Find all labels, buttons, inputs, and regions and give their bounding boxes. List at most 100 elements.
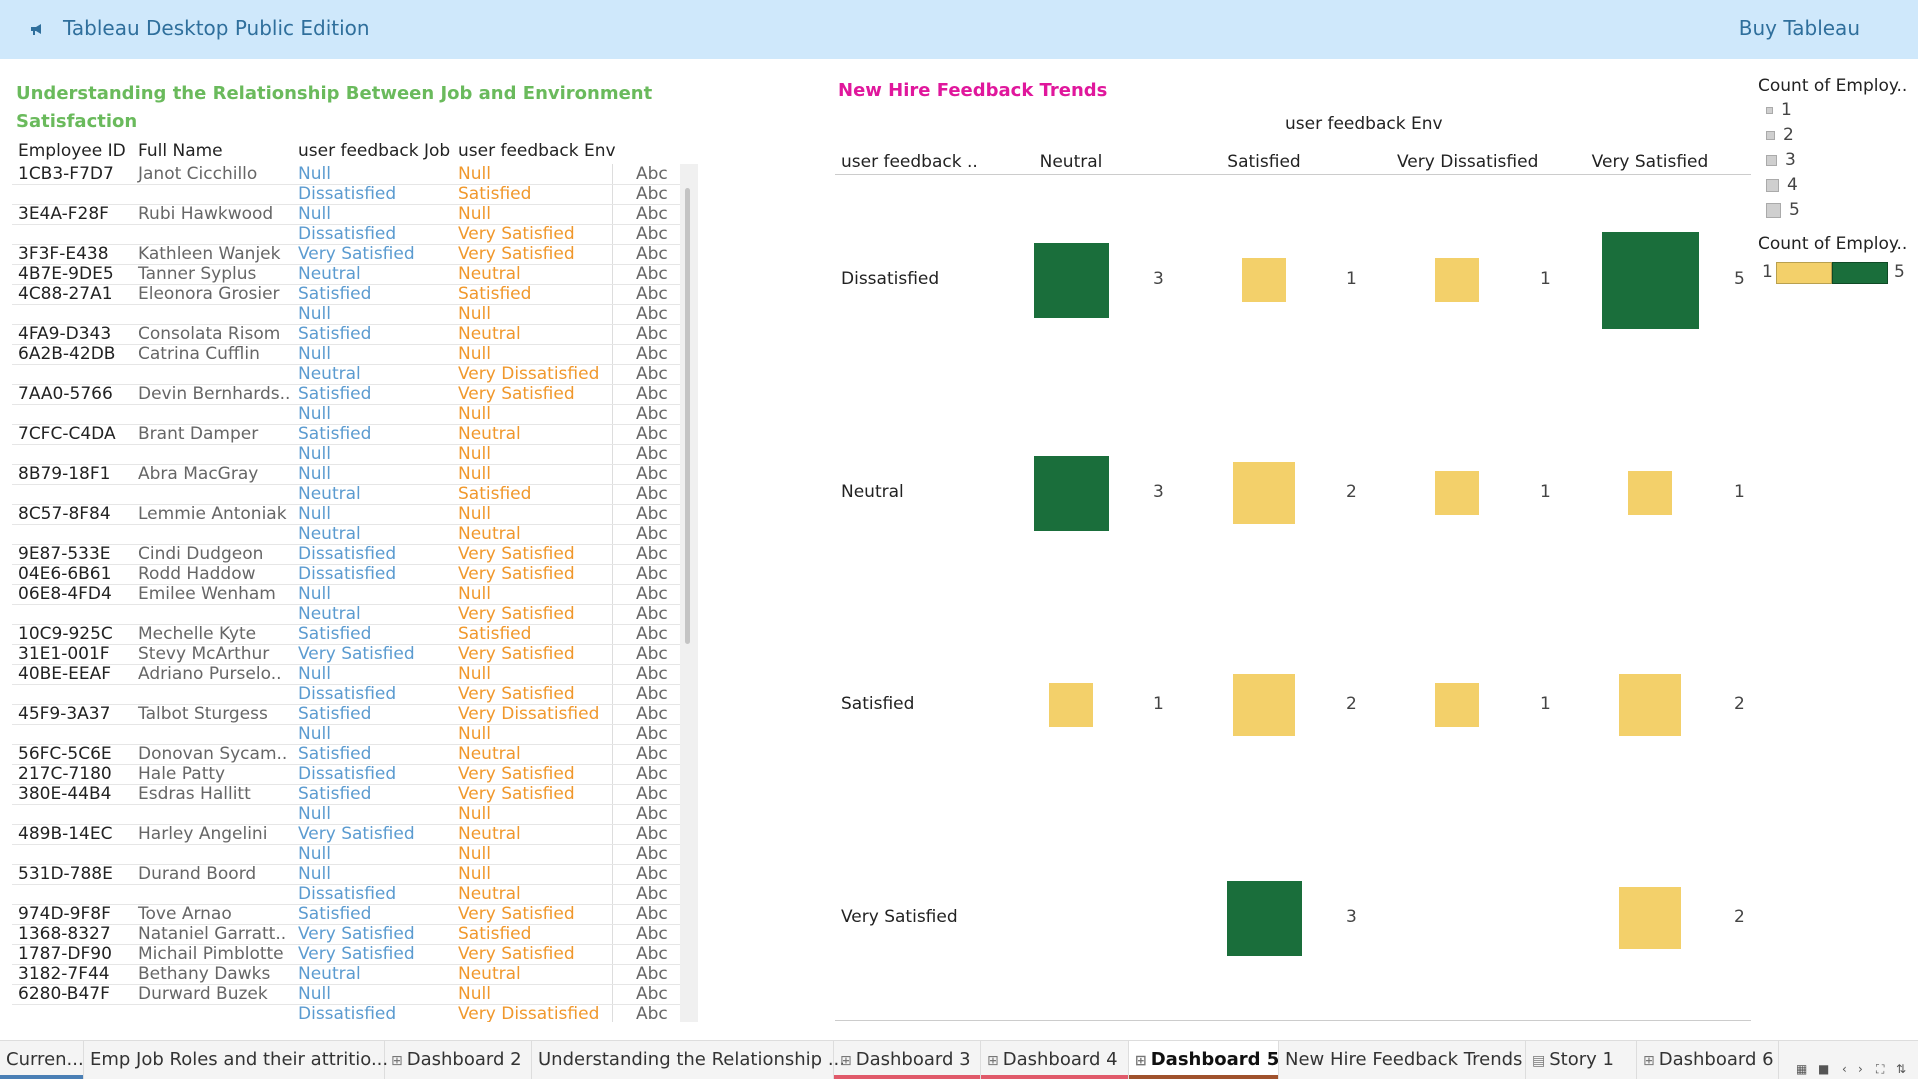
header-user-feedback-job[interactable]: user feedback Job xyxy=(298,141,450,163)
table-row[interactable]: 9E87-533E Cindi Dudgeon Dissatisfied Very S… xyxy=(12,544,680,565)
heatmap-cell-square[interactable] xyxy=(1233,462,1295,524)
size-legend-item[interactable]: 5 xyxy=(1766,200,1800,220)
table-row[interactable]: Neutral Satisfied Abc xyxy=(12,484,680,505)
column-header-neutral[interactable]: Neutral xyxy=(1011,152,1131,172)
grid-view-icon[interactable]: ▦ xyxy=(1796,1062,1807,1076)
next-arrow-icon[interactable]: › xyxy=(1858,1062,1863,1076)
table-row[interactable]: 8B79-18F1 Abra MacGray Null Null Abc xyxy=(12,464,680,485)
heatmap-cell-square[interactable] xyxy=(1435,683,1479,727)
row-label-neutral[interactable]: Neutral xyxy=(841,482,904,502)
full-name-cell: Michail Pimblotte xyxy=(138,944,284,964)
tab-dashboard-4[interactable]: ⊞ Dashboard 4 xyxy=(981,1041,1129,1079)
row-header-title[interactable]: user feedback .. xyxy=(841,152,978,172)
tab-emp-job-roles-and-their-attritio[interactable]: Emp Job Roles and their attritio... xyxy=(84,1041,388,1079)
table-row[interactable]: 4FA9-D343 Consolata Risom Satisfied Neutral… xyxy=(12,324,680,345)
feedback-job-cell: Dissatisfied xyxy=(298,184,397,204)
row-label-dissatisfied[interactable]: Dissatisfied xyxy=(841,269,939,289)
table-row[interactable]: 3182-7F44 Bethany Dawks Neutral Neutral Abc xyxy=(12,964,680,985)
tab-dashboard-5[interactable]: ⊞ Dashboard 5 xyxy=(1129,1041,1279,1079)
employee-id-cell: 7CFC-C4DA xyxy=(18,424,116,444)
table-row[interactable]: Neutral Neutral Abc xyxy=(12,524,680,545)
table-row[interactable]: 4B7E-9DE5 Tanner Syplus Neutral Neutral Abc xyxy=(12,264,680,285)
table-row[interactable]: 3E4A-F28F Rubi Hawkwood Null Null Abc xyxy=(12,204,680,225)
table-row[interactable]: 1368-8327 Nataniel Garratt.. Very Satisfie… xyxy=(12,924,680,945)
table-row[interactable]: 6280-B47F Durward Buzek Null Null Abc xyxy=(12,984,680,1005)
table-row[interactable]: 06E8-4FD4 Emilee Wenham Null Null Abc xyxy=(12,584,680,605)
table-row[interactable]: Null Null Abc xyxy=(12,444,680,465)
heatmap-cell-square[interactable] xyxy=(1601,231,1699,329)
heatmap-cell-square[interactable] xyxy=(1435,471,1479,515)
table-scrollbar-thumb[interactable] xyxy=(685,188,690,644)
tab-label: Curren... xyxy=(6,1049,84,1070)
row-label-very-satisfied[interactable]: Very Satisfied xyxy=(841,907,958,927)
buy-tableau-link[interactable]: Buy Tableau xyxy=(1739,16,1860,40)
table-row[interactable]: Null Null Abc xyxy=(12,844,680,865)
tab-understanding-the-relationship[interactable]: Understanding the Relationship ... xyxy=(532,1041,845,1079)
heatmap-cell-square[interactable] xyxy=(1628,471,1672,515)
heatmap-cell-square[interactable] xyxy=(1435,258,1479,302)
table-row[interactable]: Dissatisfied Satisfied Abc xyxy=(12,184,680,205)
full-name-cell: Brant Damper xyxy=(138,424,259,444)
size-legend-item[interactable]: 2 xyxy=(1766,125,1794,145)
table-row[interactable]: Null Null Abc xyxy=(12,804,680,825)
feedback-env-cell: Neutral xyxy=(458,824,521,844)
table-row[interactable]: 6A2B-42DB Catrina Cufflin Null Null Abc xyxy=(12,344,680,365)
table-row[interactable]: Dissatisfied Very Dissatisfied Abc xyxy=(12,1004,680,1022)
table-row[interactable]: 489B-14EC Harley Angelini Very Satisfied Ne… xyxy=(12,824,680,845)
feedback-job-cell: Satisfied xyxy=(298,704,372,724)
tab-dashboard-3[interactable]: ⊞ Dashboard 3 xyxy=(834,1041,981,1079)
header-user-feedback-env[interactable]: user feedback Env xyxy=(458,141,616,163)
table-row[interactable]: Null Null Abc xyxy=(12,404,680,425)
tab-dashboard-2[interactable]: ⊞ Dashboard 2 xyxy=(385,1041,532,1079)
tab-new-hire-feedback-trends[interactable]: New Hire Feedback Trends xyxy=(1279,1041,1526,1079)
table-row[interactable]: 10C9-925C Mechelle Kyte Satisfied Satisfied… xyxy=(12,624,680,645)
size-legend-item[interactable]: 3 xyxy=(1766,150,1796,170)
table-row[interactable]: Dissatisfied Very Satisfied Abc xyxy=(12,684,680,705)
table-row[interactable]: 217C-7180 Hale Patty Dissatisfied Very Sati… xyxy=(12,764,680,785)
table-row[interactable]: 40BE-EEAF Adriano Purselo.. Null Null Abc xyxy=(12,664,680,685)
table-row[interactable]: Neutral Very Dissatisfied Abc xyxy=(12,364,680,385)
heatmap-cell-square[interactable] xyxy=(1049,683,1093,727)
tile-view-icon[interactable]: ■ xyxy=(1818,1062,1829,1076)
table-row[interactable]: Dissatisfied Very Satisfied Abc xyxy=(12,224,680,245)
prev-arrow-icon[interactable]: ‹ xyxy=(1842,1062,1847,1076)
sort-icon[interactable]: ⇅ xyxy=(1896,1062,1906,1076)
table-row[interactable]: Neutral Very Satisfied Abc xyxy=(12,604,680,625)
table-row[interactable]: Null Null Abc xyxy=(12,304,680,325)
table-row[interactable]: 7CFC-C4DA Brant Damper Satisfied Neutral Abc xyxy=(12,424,680,445)
header-employee-id[interactable]: Employee ID xyxy=(18,141,126,163)
table-row[interactable]: 56FC-5C6E Donovan Sycam.. Satisfied Neutral… xyxy=(12,744,680,765)
size-legend-item[interactable]: 1 xyxy=(1766,100,1792,120)
size-legend-item[interactable]: 4 xyxy=(1766,175,1798,195)
table-row[interactable]: 1787-DF90 Michail Pimblotte Very Satisfied… xyxy=(12,944,680,965)
table-row[interactable]: 531D-788E Durand Boord Null Null Abc xyxy=(12,864,680,885)
heatmap-cell-square[interactable] xyxy=(1242,258,1286,302)
table-row[interactable]: 380E-44B4 Esdras Hallitt Satisfied Very Sat… xyxy=(12,784,680,805)
heatmap-cell-square[interactable] xyxy=(1233,674,1295,736)
table-row[interactable]: 45F9-3A37 Talbot Sturgess Satisfied Very Di… xyxy=(12,704,680,725)
table-row[interactable]: 1CB3-F7D7 Janot Cicchillo Null Null Abc xyxy=(12,164,680,185)
column-header-very-dissatisfied[interactable]: Very Dissatisfied xyxy=(1397,152,1538,172)
heatmap-cell-square[interactable] xyxy=(1226,880,1302,956)
tab-story-1[interactable]: ▤ Story 1 xyxy=(1526,1041,1637,1079)
table-row[interactable]: 4C88-27A1 Eleonora Grosier Satisfied Satisf… xyxy=(12,284,680,305)
fullscreen-icon[interactable]: ⛶ xyxy=(1876,1062,1884,1077)
table-row[interactable]: 04E6-6B61 Rodd Haddow Dissatisfied Very Sat… xyxy=(12,564,680,585)
tab-dashboard-6[interactable]: ⊞ Dashboard 6 xyxy=(1637,1041,1779,1079)
table-row[interactable]: 31E1-001F Stevy McArthur Very Satisfied Ver… xyxy=(12,644,680,665)
table-row[interactable]: 3F3F-E438 Kathleen Wanjek Very Satisfied Ve… xyxy=(12,244,680,265)
header-full-name[interactable]: Full Name xyxy=(138,141,223,163)
table-row[interactable]: 8C57-8F84 Lemmie Antoniak Null Null Abc xyxy=(12,504,680,525)
table-row[interactable]: 7AA0-5766 Devin Bernhards.. Satisfied Very … xyxy=(12,384,680,405)
table-row[interactable]: 974D-9F8F Tove Arnao Satisfied Very Satisfi… xyxy=(12,904,680,925)
column-header-very-satisfied[interactable]: Very Satisfied xyxy=(1590,152,1710,172)
heatmap-cell-square[interactable] xyxy=(1619,887,1681,949)
tab-curren[interactable]: Curren... xyxy=(0,1041,84,1079)
heatmap-cell-square[interactable] xyxy=(1033,242,1109,318)
table-row[interactable]: Null Null Abc xyxy=(12,724,680,745)
heatmap-cell-square[interactable] xyxy=(1033,455,1109,531)
heatmap-cell-square[interactable] xyxy=(1619,674,1681,736)
table-row[interactable]: Dissatisfied Neutral Abc xyxy=(12,884,680,905)
column-header-satisfied[interactable]: Satisfied xyxy=(1204,152,1324,172)
row-label-satisfied[interactable]: Satisfied xyxy=(841,694,914,714)
